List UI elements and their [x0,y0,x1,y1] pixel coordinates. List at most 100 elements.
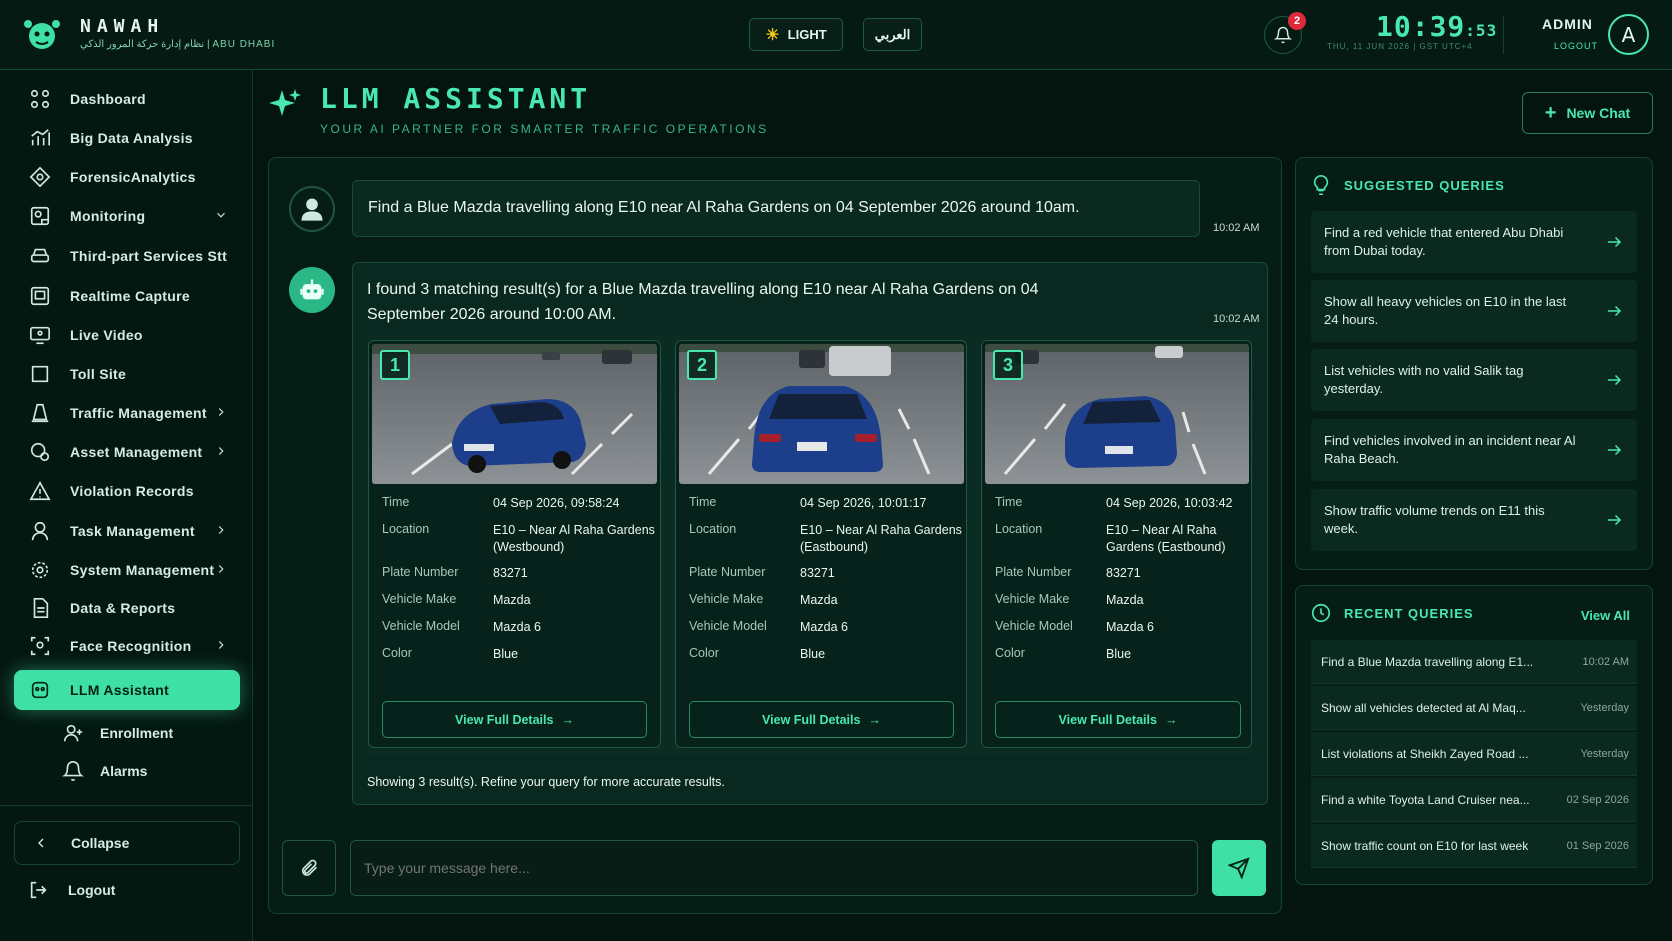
recent-queries-panel: RECENT QUERIES View All Find a Blue Mazd… [1295,585,1653,885]
result-number: 1 [380,350,410,380]
result-location: E10 – Near Al Raha Gardens (Eastbound) [800,523,962,554]
vehicle-image: 2 [679,344,964,484]
view-details-button[interactable]: View Full Details → [995,701,1241,738]
view-details-button[interactable]: View Full Details → [689,701,954,738]
recent-query-item[interactable]: Show traffic count on E10 for last week 0… [1311,824,1637,868]
sidebar-item-llm-assistant[interactable]: LLM Assistant [14,670,240,710]
crosshair-icon [28,165,52,189]
new-chat-button[interactable]: + New Chat [1522,92,1653,134]
result-make: Mazda [800,593,838,607]
paperclip-icon [301,859,318,876]
result-time: 04 Sep 2026, 10:01:17 [800,496,927,510]
result-location: E10 – Near Al Raha Gardens (Eastbound) [1106,523,1226,554]
bar-chart-icon [28,126,52,150]
sidebar-item-violation-records[interactable]: Violation Records [14,473,240,509]
user-icon [301,198,323,221]
arrow-right-icon: → [1164,712,1178,727]
page-title: LLM ASSISTANT [320,82,592,115]
suggested-query-item[interactable]: Find vehicles involved in an incident ne… [1311,419,1637,481]
field-label: Time [995,495,1023,509]
message-input[interactable] [350,840,1198,896]
arrow-right-icon [1608,236,1622,248]
result-time: 04 Sep 2026, 10:03:42 [1106,496,1233,510]
sidebar-item-traffic-management[interactable]: Traffic Management [14,395,240,431]
result-color: Blue [800,647,826,661]
suggested-query-item[interactable]: Show all heavy vehicles on E10 in the la… [1311,280,1637,342]
date-line: THU, 11 JUN 2026 | GST UTC+4 [1327,42,1473,51]
field-label: Location [689,522,737,536]
suggested-query-item[interactable]: Show traffic volume trends on E11 this w… [1311,489,1637,551]
field-label: Color [689,646,719,660]
field-label: Location [995,522,1043,536]
language-toggle-button[interactable]: العربي [863,18,922,51]
view-all-link[interactable]: View All [1581,608,1630,623]
result-location: E10 – Near Al Raha Gardens (Westbound) [493,523,655,554]
face-scan-icon [28,634,52,658]
vehicle-image: 1 [372,344,657,484]
recent-query-item[interactable]: Find a white Toyota Land Cruiser nea... 0… [1311,778,1637,822]
sidebar-item-live-video[interactable]: Live Video [14,317,240,353]
recent-query-item[interactable]: Find a Blue Mazda travelling along E1...… [1311,640,1637,684]
car-icon [28,244,52,268]
plus-icon: + [1544,102,1557,124]
chevron-right-icon [218,565,224,573]
results-footer-note: Showing 3 result(s). Refine your query f… [367,775,725,789]
sidebar-item-asset-management[interactable]: Asset Management [14,434,240,470]
document-icon [28,596,52,620]
result-model: Mazda 6 [1106,620,1154,634]
sidebar-item-toll-site[interactable]: Toll Site [14,356,240,392]
result-card: 2 Time 04 Sep 2026, 10:01:17 Location E1… [675,340,967,748]
attach-button[interactable] [282,840,336,896]
field-label: Vehicle Make [995,592,1070,606]
sidebar-subitem-enrollment[interactable]: Enrollment [62,717,173,749]
asset-icon [28,440,52,464]
sidebar-item-forensic[interactable]: ForensicAnalytics [14,159,240,195]
arrow-right-icon [1608,514,1622,526]
camera-monitor-icon [28,204,52,228]
user-avatar [289,186,335,232]
result-make: Mazda [1106,593,1144,607]
sidebar-item-third-party[interactable]: Third-part Services Stt [14,238,240,274]
sidebar-item-face-recognition[interactable]: Face Recognition [14,628,240,664]
vehicle-image: 3 [985,344,1249,484]
view-details-button[interactable]: View Full Details → [382,701,647,738]
robot-icon [300,279,324,300]
top-bar: NAWAH نظام إدارة حركة المرور الذكي | ABU… [0,0,1672,70]
theme-toggle-button[interactable]: ☀ LIGHT [749,18,843,51]
sidebar-item-dashboard[interactable]: Dashboard [14,81,240,117]
collapse-button[interactable]: Collapse [14,821,240,865]
suggested-query-item[interactable]: List vehicles with no valid Salik tag ye… [1311,349,1637,411]
avatar[interactable]: A [1608,14,1649,55]
logout-button[interactable]: Logout [14,872,240,908]
monitor-icon [28,323,52,347]
field-label: Color [995,646,1025,660]
sidebar-item-realtime-capture[interactable]: Realtime Capture [14,278,240,314]
sidebar-item-big-data[interactable]: Big Data Analysis [14,120,240,156]
chevron-right-icon [218,447,224,455]
result-make: Mazda [493,593,531,607]
arrow-right-icon: → [561,712,574,727]
alarm-bell-icon [62,761,84,781]
suggested-query-item[interactable]: Find a red vehicle that entered Abu Dhab… [1311,211,1637,273]
sidebar-item-data-reports[interactable]: Data & Reports [14,590,240,626]
header-logout-link[interactable]: LOGOUT [1554,41,1598,51]
sidebar-item-system-management[interactable]: System Management [14,552,240,588]
field-label: Vehicle Model [995,619,1073,633]
recent-query-item[interactable]: List violations at Sheikh Zayed Road ...… [1311,732,1637,776]
sidebar-item-monitoring[interactable]: Monitoring [14,198,240,234]
field-label: Vehicle Model [382,619,460,633]
sidebar-item-task-management[interactable]: Task Management [14,513,240,549]
user-message-time: 10:02 AM [1213,222,1260,234]
result-card: 1 Time 04 Sep 2026, 09:58:24 Location E1… [368,340,661,748]
dashboard-icon [28,87,52,111]
recent-query-item[interactable]: Show all vehicles detected at Al Maq... Y… [1311,686,1637,730]
traffic-cone-icon [28,401,52,425]
arrow-right-icon [1608,444,1622,456]
notification-badge: 2 [1288,12,1306,30]
send-button[interactable] [1212,840,1266,896]
task-user-icon [28,519,52,543]
field-label: Vehicle Make [382,592,457,606]
logout-icon [30,881,47,899]
brand-subtitle: نظام إدارة حركة المرور الذكي | ABU DHABI [80,39,276,50]
sidebar-subitem-alarms[interactable]: Alarms [62,755,147,787]
